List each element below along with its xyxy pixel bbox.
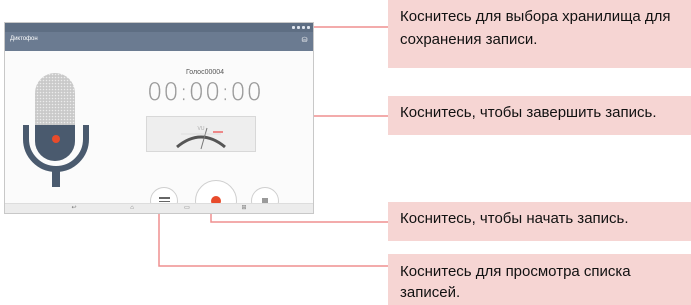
navigation-bar: ↩ ⌂ ▭ ⊞ bbox=[5, 203, 313, 213]
vu-meter: VU bbox=[146, 116, 256, 152]
vu-scale bbox=[176, 127, 226, 150]
leader-line-storage bbox=[303, 26, 388, 37]
app-title: Диктофон bbox=[10, 36, 38, 42]
recording-file-name: Голос00004 bbox=[185, 69, 225, 76]
menu-icon[interactable]: ⊞ bbox=[239, 205, 249, 211]
app-bar: Диктофон ⛁ bbox=[5, 32, 313, 51]
microphone-icon bbox=[23, 73, 89, 187]
back-icon[interactable]: ↩ bbox=[69, 205, 79, 211]
recording-timer: 00:00:00 bbox=[147, 78, 263, 106]
vu-label: VU bbox=[197, 126, 205, 132]
sd-card-icon[interactable]: ⛁ bbox=[299, 35, 310, 46]
status-icons bbox=[292, 23, 310, 32]
callout-stop: Коснитесь, чтобы завершить запись. bbox=[388, 96, 691, 135]
callout-record: Коснитесь, чтобы начать запись. bbox=[388, 202, 691, 241]
home-icon[interactable]: ⌂ bbox=[127, 205, 137, 211]
callout-storage: Коснитесь для выбора хранилища для сохра… bbox=[388, 0, 691, 68]
device-screenshot: Диктофон ⛁ Голос00004 00:00:00 VU ↩ ⌂ ▭ … bbox=[4, 22, 314, 214]
status-bar bbox=[5, 23, 313, 32]
callout-list: Коснитесь для просмотра списка записей. bbox=[388, 254, 691, 305]
recent-apps-icon[interactable]: ▭ bbox=[182, 205, 192, 211]
